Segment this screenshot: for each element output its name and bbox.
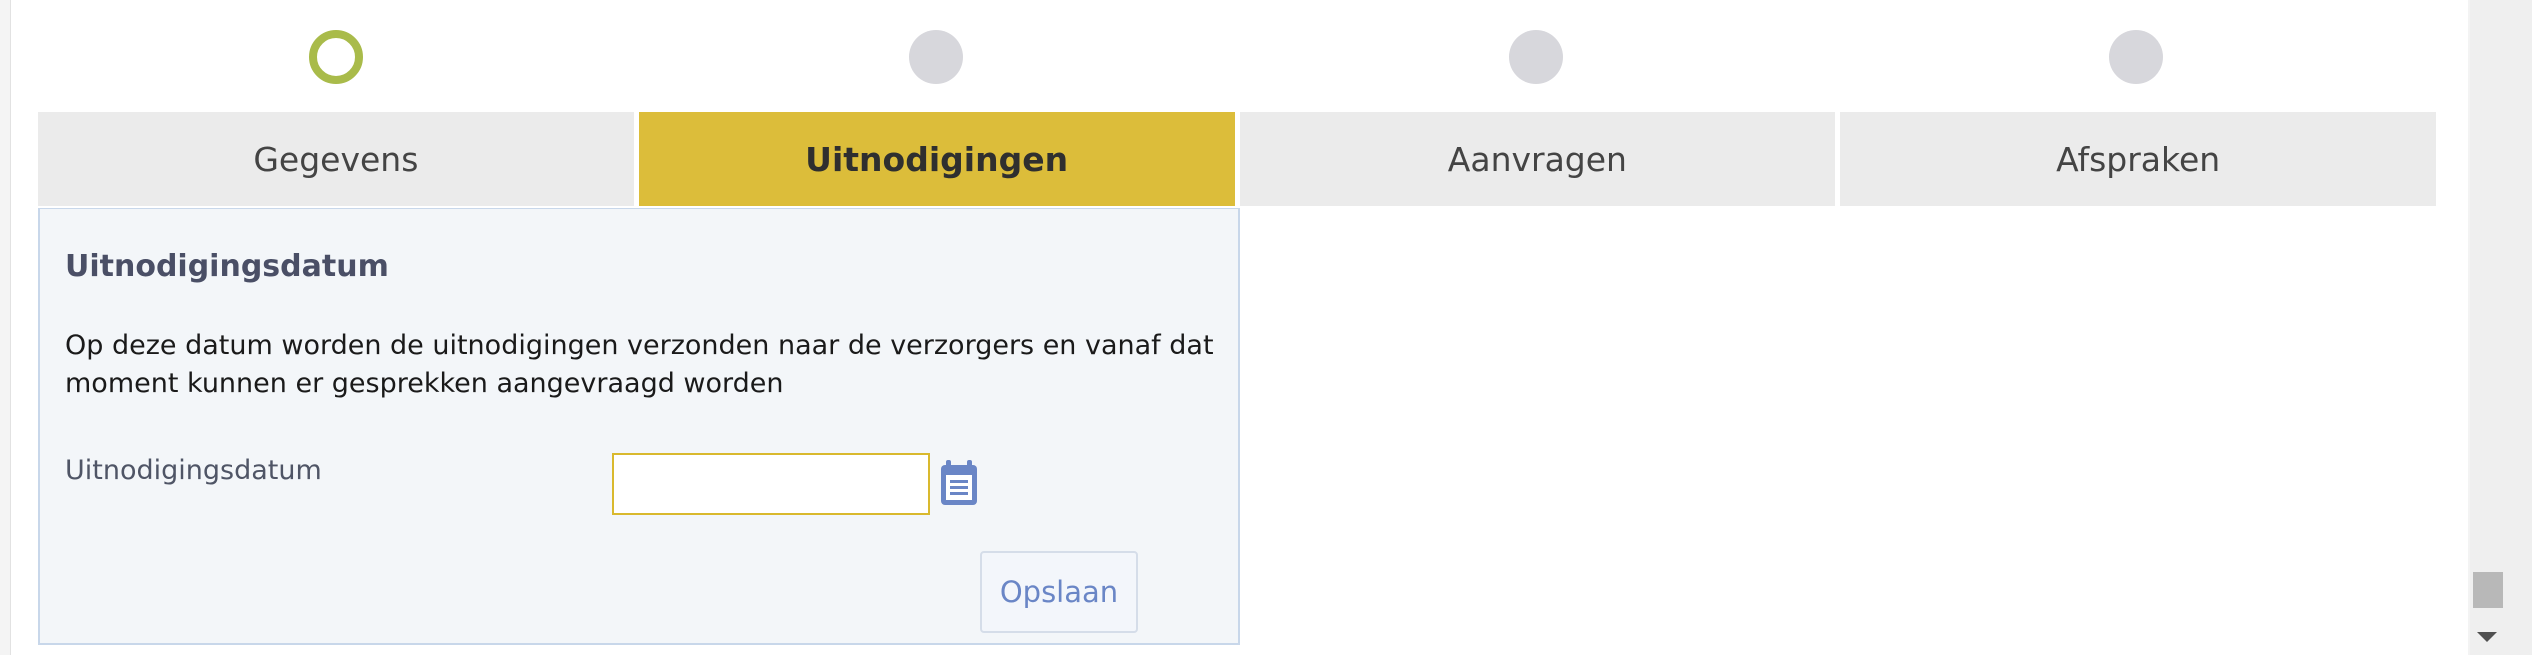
vertical-scrollbar[interactable] xyxy=(2470,0,2532,655)
page: Gegevens Uitnodigingen Aanvragen Afsprak… xyxy=(0,0,2532,655)
panel-title: Uitnodigingsdatum xyxy=(65,249,389,284)
tab-afspraken[interactable]: Afspraken xyxy=(1840,112,2436,206)
invitation-date-panel: Uitnodigingsdatum Op deze datum worden d… xyxy=(38,208,1240,645)
invitation-date-label: Uitnodigingsdatum xyxy=(65,455,322,486)
tab-aanvragen[interactable]: Aanvragen xyxy=(1239,112,1836,206)
step-indicator-aanvragen xyxy=(1509,30,1563,84)
step-indicator-afspraken xyxy=(2109,30,2163,84)
step-tabs: Gegevens Uitnodigingen Aanvragen Afsprak… xyxy=(38,112,2436,206)
step-indicator-gegevens xyxy=(309,30,363,84)
left-edge xyxy=(0,0,11,655)
tab-uitnodigingen[interactable]: Uitnodigingen xyxy=(638,112,1235,206)
panel-description: Op deze datum worden de uitnodigingen ve… xyxy=(65,330,1214,399)
tab-gegevens[interactable]: Gegevens xyxy=(38,112,634,206)
scrollbar-thumb[interactable] xyxy=(2473,572,2503,608)
save-button[interactable]: Opslaan xyxy=(980,551,1138,633)
scroll-down-arrow-icon[interactable] xyxy=(2477,632,2497,642)
step-indicator-uitnodigingen xyxy=(909,30,963,84)
invitation-date-input[interactable] xyxy=(612,453,930,515)
calendar-icon[interactable] xyxy=(938,459,980,507)
